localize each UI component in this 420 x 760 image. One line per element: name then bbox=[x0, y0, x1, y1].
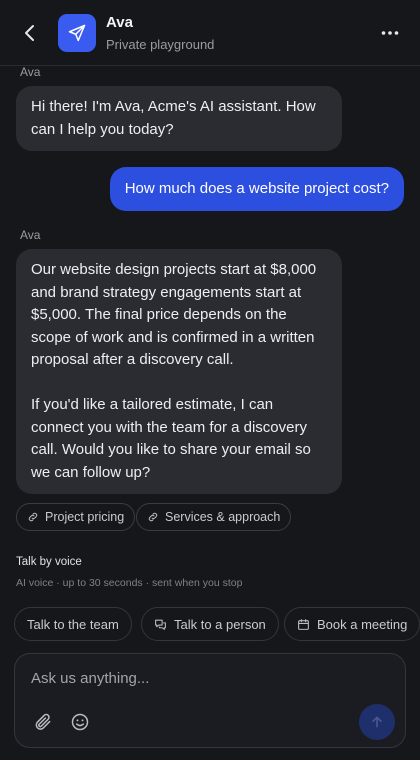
chat-app: Ava Private playground Ava Hi there! I'm… bbox=[0, 0, 420, 760]
avatar bbox=[58, 14, 96, 52]
agent-name: Ava bbox=[106, 14, 133, 31]
source-chip-services-approach[interactable]: Services & approach bbox=[136, 503, 292, 531]
chip-label: Services & approach bbox=[165, 510, 281, 524]
message-paragraph: If you'd like a tailored estimate, I can… bbox=[31, 396, 311, 481]
link-icon bbox=[28, 512, 38, 522]
chevron-left-icon bbox=[25, 25, 34, 41]
more-options-button[interactable] bbox=[378, 21, 402, 45]
sender-label: Ava bbox=[20, 228, 41, 242]
voice-subtitle: AI voice · up to 30 seconds · sent when … bbox=[16, 577, 243, 589]
agent-subtitle: Private playground bbox=[106, 37, 215, 52]
source-chip-project-pricing[interactable]: Project pricing bbox=[16, 503, 136, 531]
calendar-icon bbox=[298, 618, 309, 630]
back-button[interactable] bbox=[18, 21, 42, 45]
paperclip-icon bbox=[35, 713, 51, 730]
arrow-up-icon bbox=[372, 716, 382, 728]
paper-plane-icon bbox=[68, 24, 86, 42]
message-text: How much does a website project cost? bbox=[124, 180, 389, 197]
book-meeting-button[interactable]: Book a meeting bbox=[284, 607, 420, 641]
message-text: Hi there! I'm Ava, Acme's AI assistant. … bbox=[31, 98, 316, 138]
action-label: Talk to the team bbox=[27, 616, 119, 632]
send-button[interactable] bbox=[359, 704, 395, 740]
bot-message: Hi there! I'm Ava, Acme's AI assistant. … bbox=[16, 86, 342, 151]
talk-to-person-button[interactable]: Talk to a person bbox=[141, 607, 279, 641]
chat-bubbles-icon bbox=[155, 619, 166, 630]
user-message: How much does a website project cost? bbox=[109, 167, 404, 211]
sender-label: Ava bbox=[20, 65, 41, 79]
talk-to-team-button[interactable]: Talk to the team bbox=[14, 607, 132, 641]
smiley-icon bbox=[71, 713, 89, 731]
link-icon bbox=[148, 512, 158, 522]
more-horizontal-icon bbox=[381, 31, 399, 35]
message-paragraph: Our website design projects start at $8,… bbox=[31, 261, 317, 368]
chat-header: Ava Private playground bbox=[0, 0, 420, 66]
attach-button[interactable] bbox=[33, 712, 53, 732]
action-label: Talk to a person bbox=[174, 616, 266, 632]
bot-message: Our website design projects start at $8,… bbox=[16, 249, 342, 494]
action-label: Book a meeting bbox=[317, 616, 408, 632]
message-composer bbox=[14, 653, 406, 748]
chip-label: Project pricing bbox=[45, 510, 125, 524]
emoji-button[interactable] bbox=[70, 712, 90, 732]
message-input[interactable] bbox=[31, 666, 371, 690]
voice-title: Talk by voice bbox=[16, 556, 82, 568]
